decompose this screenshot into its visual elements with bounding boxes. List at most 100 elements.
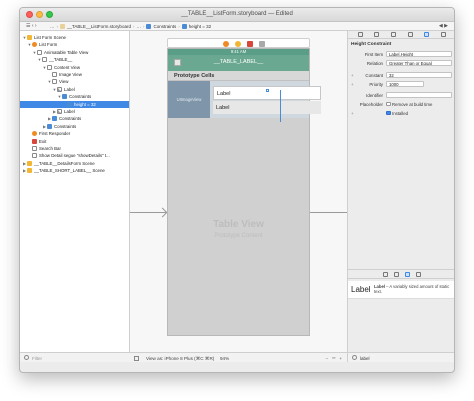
library-search-bar: label [348, 352, 454, 362]
library-search-input[interactable]: label [360, 356, 370, 361]
outline-row[interactable]: ▶ L Label [20, 108, 129, 115]
navigation-arrows-icon[interactable]: ☰ ‹ › [26, 23, 37, 29]
outline-filter-input[interactable]: Filter [32, 356, 42, 361]
outline-row-label: List Form Scene [34, 35, 66, 40]
exit-icon[interactable] [247, 41, 253, 47]
size-inspector-icon[interactable] [424, 32, 430, 37]
outline-row[interactable]: ▼ Content View [20, 64, 129, 71]
zoom-level[interactable]: 94% [220, 356, 229, 361]
segue-line-outgoing[interactable] [310, 212, 347, 213]
breadcrumb-item[interactable]: … [50, 24, 55, 29]
outline-row[interactable]: height = 32 [20, 100, 129, 108]
view-icon [37, 49, 42, 55]
related-items-arrows-icon[interactable]: ◀ ▶ [439, 23, 448, 29]
help-inspector-icon[interactable] [374, 32, 380, 37]
outline-row[interactable]: ▼ List Form Scene [20, 34, 129, 41]
height-constraint-line[interactable] [280, 90, 281, 122]
search-icon [352, 355, 357, 360]
image-view[interactable]: UIImageView [168, 81, 210, 118]
outline-row[interactable]: First Responder [20, 130, 129, 137]
outline-row-label: Show Detail segue "showDetails" t... [39, 153, 110, 159]
outline-row[interactable]: Image View [20, 71, 129, 78]
first-responder-icon[interactable] [235, 41, 241, 47]
outline-row[interactable]: Exit [20, 138, 129, 145]
constraint-icon [181, 23, 187, 29]
plus-icon[interactable]: + [351, 73, 354, 78]
first-item-row: First Item Label.Height [348, 51, 454, 58]
view-controller-scene[interactable]: 9:41 AM __TABLE_LABEL__ Prototype Cells … [167, 48, 321, 336]
selected-label[interactable]: Label [213, 86, 321, 100]
relation-popup[interactable]: Greater Than or Equal [386, 60, 452, 66]
library-item-preview: Label [351, 285, 371, 294]
file-template-library-icon[interactable] [383, 271, 388, 277]
outline-row[interactable]: ▼ Animatable Table View [20, 49, 129, 56]
constant-field[interactable]: 32 [386, 72, 452, 78]
breadcrumb-item[interactable]: … [136, 24, 141, 29]
storyboard-canvas[interactable]: 9:41 AM __TABLE_LABEL__ Prototype Cells … [130, 31, 347, 362]
view-icon [52, 72, 57, 77]
file-inspector-icon[interactable] [357, 32, 363, 37]
constraint-icon [47, 123, 52, 129]
scene-icon [27, 168, 32, 174]
breadcrumb-item[interactable]: height = 32 [189, 24, 211, 29]
first-item-popup[interactable]: Label.Height [386, 51, 452, 57]
plus-icon[interactable]: + [351, 111, 354, 116]
attributes-inspector-icon[interactable] [407, 32, 413, 37]
outline-row[interactable]: ▼ View [20, 78, 129, 85]
chevron-right-icon: › [56, 23, 59, 29]
library-pane: Label Label – A variably sized amount of… [348, 269, 454, 362]
remove-at-build-time-checkbox[interactable] [386, 101, 391, 106]
library-item-label[interactable]: Label Label – A variably sized amount of… [348, 281, 454, 299]
outline-row[interactable]: ▼ L Label [20, 86, 129, 93]
breadcrumb-item[interactable]: __TABLE__ListForm.storyboard [67, 24, 131, 29]
outline-row[interactable]: ▶ __TABLE_SHORT_LABEL__ Scene [20, 167, 129, 174]
placeholder-label: Placeholder [359, 102, 383, 107]
view-as-device-button[interactable]: View as: iPhone 8 Plus (⌘C ⌘R) [146, 356, 214, 362]
code-snippet-library-icon[interactable] [394, 271, 399, 277]
constant-row: + Constant 32 [348, 72, 454, 79]
outline-row[interactable]: ▶ Constraints [20, 115, 129, 122]
connections-inspector-icon[interactable] [441, 32, 447, 37]
plus-icon[interactable]: + [351, 82, 354, 87]
outline-row[interactable]: ▶ Constraints [20, 123, 129, 130]
canvas-bottom-bar: View as: iPhone 8 Plus (⌘C ⌘R) 94% − ＝ + [130, 352, 347, 362]
constraint-icon [52, 116, 57, 122]
installed-label: Installed [392, 111, 409, 116]
zoom-controls[interactable]: − ＝ + [325, 356, 343, 362]
outline-row[interactable]: Show Detail segue "showDetails" t... [20, 152, 129, 159]
outline-row-label: Content View [54, 64, 81, 70]
identity-inspector-icon[interactable] [391, 32, 397, 37]
label-icon: L [57, 109, 62, 114]
outline-row-label: __TABLE__DetailsForm Scene [34, 160, 95, 166]
installed-row: + Installed [348, 110, 454, 117]
resize-handle[interactable] [266, 89, 269, 92]
prototype-cell[interactable]: UIImageView Label Label [168, 81, 321, 122]
outline-row[interactable]: ▼ __TABLE__ [20, 56, 129, 63]
scene-icon [27, 160, 32, 166]
toggle-outline-icon[interactable] [134, 355, 139, 361]
search-bar-icon[interactable] [259, 41, 265, 47]
outline-row[interactable]: Search Bar [20, 145, 129, 152]
label[interactable]: Label [213, 101, 321, 114]
media-library-icon[interactable] [416, 271, 421, 277]
outline-row[interactable]: ▼ Constraints [20, 93, 129, 100]
prototype-cells-header: Prototype Cells [168, 71, 309, 81]
object-library-icon[interactable] [405, 271, 410, 277]
controller-icon [32, 131, 37, 137]
outline-row-label: Label [64, 86, 75, 92]
outline-row[interactable]: ▼ List Form [20, 41, 129, 48]
breadcrumb-item[interactable]: Constraints [153, 24, 176, 29]
outline-row-label: __TABLE__ [49, 57, 73, 63]
chevron-right-icon: › [178, 23, 180, 29]
chevron-right-icon: › [142, 23, 145, 29]
view-controller-icon[interactable] [223, 41, 229, 47]
identifier-label: Identifier [366, 93, 383, 98]
identifier-field[interactable] [386, 92, 452, 98]
outline-row[interactable]: ▶ __TABLE__DetailsForm Scene [20, 160, 129, 167]
outline-row-label: First Responder [39, 131, 71, 137]
outline-row-label: View [59, 79, 69, 85]
priority-field[interactable]: 1000 [386, 81, 424, 87]
installed-checkbox[interactable] [386, 110, 391, 115]
navigation-bar[interactable]: __TABLE_LABEL__ [168, 55, 309, 71]
relation-label: Relation [366, 61, 383, 66]
